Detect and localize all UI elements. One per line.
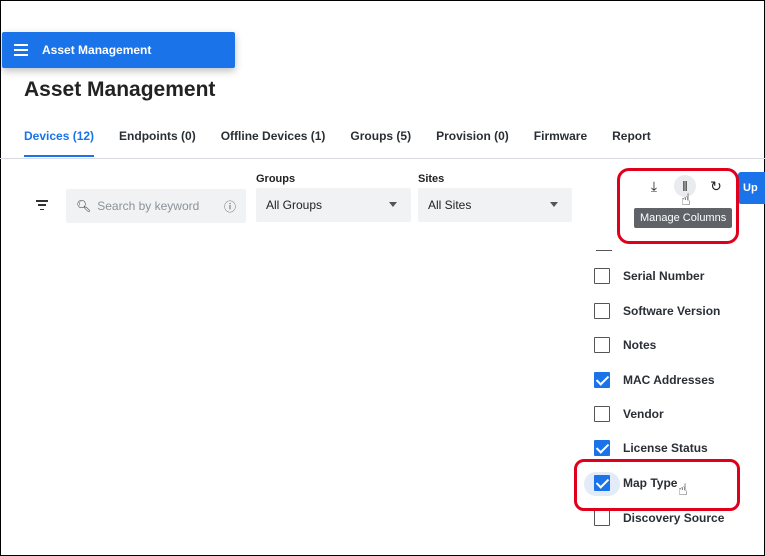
page-title: Asset Management — [24, 78, 216, 101]
column-option[interactable]: License Status — [594, 438, 708, 458]
search-icon: 🔍︎ — [76, 199, 92, 213]
column-label: Notes — [623, 338, 657, 352]
info-icon[interactable]: ⓘ — [224, 198, 236, 215]
nav-asset-management[interactable]: Asset Management — [2, 32, 235, 68]
checkbox[interactable] — [594, 268, 610, 284]
search-placeholder: Search by keyword — [97, 199, 200, 213]
tab-devices[interactable]: Devices (12) — [24, 129, 95, 157]
tab-offline-devices[interactable]: Offline Devices (1) — [221, 129, 326, 151]
checkbox-checked[interactable] — [594, 440, 610, 456]
tab-provision[interactable]: Provision (0) — [436, 129, 509, 151]
list-divider — [596, 250, 612, 251]
column-label: Vendor — [623, 407, 664, 421]
checkbox[interactable] — [594, 303, 610, 319]
column-option[interactable]: Discovery Source — [594, 508, 724, 528]
checkbox[interactable] — [594, 337, 610, 353]
tab-bar: Devices (12) Endpoints (0) Offline Devic… — [24, 129, 676, 157]
groups-value: All Groups — [266, 198, 323, 212]
checkbox[interactable] — [594, 510, 610, 526]
groups-select[interactable]: All Groups — [256, 188, 411, 222]
list-icon — [14, 44, 28, 56]
update-button[interactable]: Up — [738, 172, 765, 204]
sites-label: Sites — [418, 173, 445, 185]
checkbox-checked[interactable] — [594, 372, 610, 388]
column-option[interactable]: Software Version — [594, 301, 720, 321]
groups-label: Groups — [256, 173, 296, 185]
column-option[interactable]: Vendor — [594, 404, 664, 424]
highlight-box-toolbar — [617, 168, 739, 244]
nav-label: Asset Management — [42, 43, 152, 57]
tab-firmware[interactable]: Firmware — [534, 129, 587, 151]
checkbox[interactable] — [594, 406, 610, 422]
column-option[interactable]: Serial Number — [594, 266, 704, 286]
chevron-down-icon — [389, 202, 397, 207]
column-label: MAC Addresses — [623, 373, 715, 387]
sites-value: All Sites — [428, 198, 472, 212]
tab-groups[interactable]: Groups (5) — [350, 129, 411, 151]
tabs-divider — [0, 158, 765, 159]
sites-select[interactable]: All Sites — [418, 188, 572, 222]
column-label: License Status — [623, 441, 708, 455]
column-option[interactable]: Notes — [594, 335, 656, 355]
tab-report[interactable]: Report — [612, 129, 651, 151]
column-option[interactable]: MAC Addresses — [594, 370, 715, 390]
tab-endpoints[interactable]: Endpoints (0) — [119, 129, 196, 151]
search-input[interactable]: 🔍︎ Search by keyword ⓘ — [66, 189, 246, 223]
column-label: Software Version — [623, 304, 721, 318]
column-label: Serial Number — [623, 269, 705, 283]
filter-icon[interactable] — [36, 200, 48, 210]
chevron-down-icon — [550, 202, 558, 207]
column-label: Discovery Source — [623, 511, 725, 525]
highlight-box-map-type — [574, 459, 740, 511]
